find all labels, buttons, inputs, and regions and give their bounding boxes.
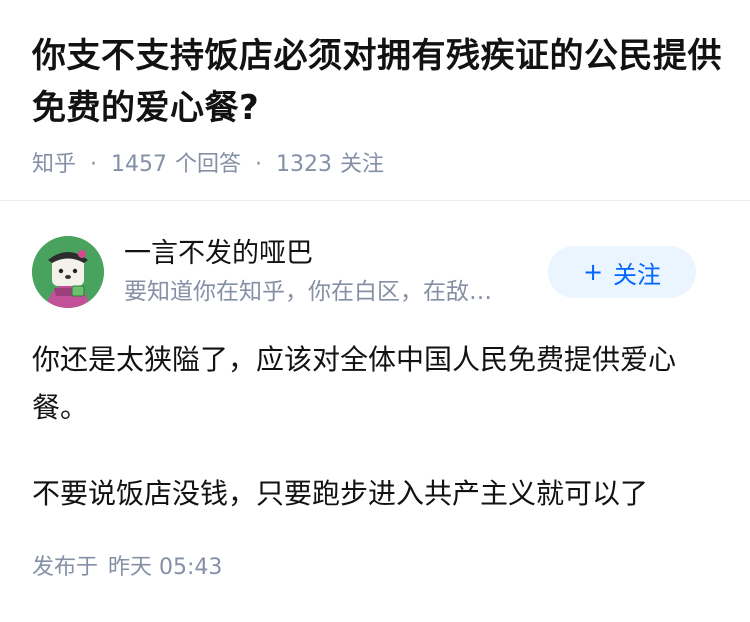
author-info: 一言不发的哑巴 要知道你在知乎，你在白区，在敌… + 关注 — [32, 236, 718, 310]
author-bio: 要知道你在知乎，你在白区，在敌… — [124, 279, 492, 305]
published-time: 昨天 05:43 — [108, 555, 223, 580]
answer-content: 你还是太狭隘了，应该对全体中国人民免费提供爱心餐。 不要说饭店没钱，只要跑步进入… — [32, 336, 722, 518]
answer-paragraph: 你还是太狭隘了，应该对全体中国人民免费提供爱心餐。 — [32, 343, 677, 424]
answer-paragraph: 不要说饭店没钱，只要跑步进入共产主义就可以了 — [32, 477, 649, 510]
author-name[interactable]: 一言不发的哑巴 — [124, 236, 544, 272]
follow-button-label: 关注 — [613, 260, 662, 289]
meta-separator: · — [90, 152, 98, 177]
section-divider — [0, 200, 750, 201]
avatar[interactable] — [32, 236, 104, 308]
plus-icon: + — [582, 258, 604, 286]
source-label[interactable]: 知乎 — [32, 150, 76, 180]
answer-page: 你支不支持饭店必须对拥有残疾证的公民提供免费的爱心餐? 知乎 · 1457 个回… — [0, 0, 750, 622]
question-header: 你支不支持饭店必须对拥有残疾证的公民提供免费的爱心餐? 知乎 · 1457 个回… — [32, 30, 722, 180]
question-meta: 知乎 · 1457 个回答 · 1323 关注 — [32, 150, 722, 180]
cartoon-character-avatar-icon — [32, 236, 104, 308]
follow-count-label[interactable]: 关注 — [340, 150, 384, 180]
question-title[interactable]: 你支不支持饭店必须对拥有残疾证的公民提供免费的爱心餐? — [32, 30, 722, 134]
author-text: 一言不发的哑巴 要知道你在知乎，你在白区，在敌… — [124, 236, 544, 308]
follow-button[interactable]: + 关注 — [548, 246, 696, 298]
answer-count-label[interactable]: 个回答 — [175, 150, 241, 180]
meta-separator: · — [255, 152, 263, 177]
publish-info: 发布于 昨天 05:43 — [32, 552, 222, 584]
answer-count: 1457 — [111, 152, 168, 177]
published-label: 发布于 — [32, 555, 99, 580]
follow-count: 1323 — [276, 152, 333, 177]
